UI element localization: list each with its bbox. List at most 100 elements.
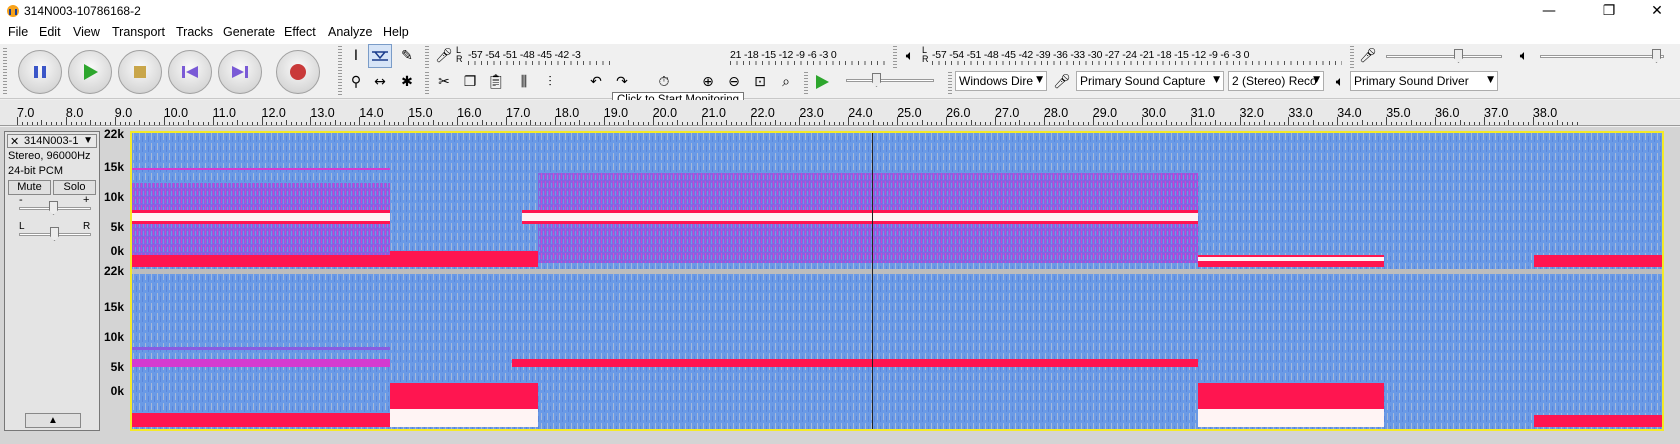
- ruler-tick: [1009, 122, 1011, 125]
- menu-analyze[interactable]: Analyze: [328, 25, 372, 39]
- minimize-button[interactable]: —: [1526, 0, 1572, 22]
- ruler-tick: [892, 122, 894, 125]
- playback-meter[interactable]: -57 -54 -51 -48 -45 -42 -39 -36 -33 -30 …: [932, 47, 1342, 65]
- menu-generate[interactable]: Generate: [223, 25, 275, 39]
- copy-icon[interactable]: ❐: [458, 70, 482, 94]
- zoom-out-icon[interactable]: ⊖: [722, 70, 746, 94]
- trim-audio-icon[interactable]: ⫼: [512, 70, 536, 94]
- zoom-tool-icon[interactable]: ⚲: [344, 70, 368, 94]
- spectrogram-view[interactable]: [130, 131, 1664, 431]
- silence-audio-icon[interactable]: ⫶: [538, 70, 562, 94]
- menu-transport[interactable]: Transport: [112, 25, 165, 39]
- collapse-track-button[interactable]: ▲: [25, 413, 81, 428]
- playback-meter-speaker-icon[interactable]: 🔈︎: [898, 44, 922, 68]
- draw-tool-icon[interactable]: ✎: [395, 44, 419, 68]
- toolbar-grip[interactable]: [893, 46, 897, 68]
- maximize-button[interactable]: ❐: [1586, 0, 1632, 22]
- selection-tool-icon[interactable]: I: [344, 44, 368, 68]
- ruler-tick: [1224, 122, 1226, 125]
- record-button[interactable]: [276, 50, 320, 94]
- audio-host-select[interactable]: Windows Dire ▼: [955, 71, 1047, 91]
- ruler-tick: [1117, 120, 1119, 125]
- solo-button[interactable]: Solo: [53, 180, 96, 195]
- recording-device-select[interactable]: Primary Sound Capture ▼: [1076, 71, 1224, 91]
- track-name-bar[interactable]: ✕ 314N003-1 ▼: [7, 134, 97, 148]
- envelope-tool-icon[interactable]: [368, 44, 392, 68]
- ruler-tick: [1312, 120, 1314, 125]
- sync-lock-icon[interactable]: ⏱: [652, 70, 676, 94]
- ruler-tick: [1078, 122, 1080, 125]
- ruler-tick: [941, 122, 943, 125]
- play-button[interactable]: [68, 50, 112, 94]
- close-window-button[interactable]: ✕: [1634, 0, 1680, 22]
- cut-icon[interactable]: ✂: [432, 70, 456, 94]
- ruler-tick: [359, 117, 361, 125]
- slider-thumb[interactable]: [49, 201, 58, 215]
- play-icon: [84, 64, 98, 80]
- ruler-tick: [373, 122, 375, 125]
- ruler-tick: [579, 120, 581, 125]
- toolbar-grip[interactable]: [804, 72, 808, 94]
- recording-channels-select[interactable]: 2 (Stereo) Reco ▼: [1228, 71, 1324, 91]
- gain-slider[interactable]: [19, 198, 91, 218]
- ruler-tick: [799, 117, 801, 125]
- ruler-tick: [1234, 122, 1236, 125]
- menu-edit[interactable]: Edit: [39, 25, 61, 39]
- ruler-tick: [1469, 122, 1471, 125]
- zoom-in-icon[interactable]: ⊕: [696, 70, 720, 94]
- toolbar-grip[interactable]: [425, 46, 429, 68]
- menu-tracks[interactable]: Tracks: [176, 25, 213, 39]
- slider-thumb[interactable]: [1454, 49, 1463, 63]
- toolbar-grip[interactable]: [3, 48, 7, 95]
- track-close-button[interactable]: ✕: [10, 135, 19, 148]
- track-menu-arrow-icon[interactable]: ▼: [83, 135, 93, 146]
- menu-file[interactable]: File: [8, 25, 28, 39]
- timeline-ruler[interactable]: 7.0 8.0 9.0 10.0 11.0 12.0 13.0 14.0 15.0 16.0 17.…: [0, 100, 1680, 126]
- playback-device-speaker-icon: 🔈︎: [1335, 74, 1345, 90]
- ruler-tick: [36, 122, 38, 125]
- slider-thumb[interactable]: [1652, 49, 1661, 63]
- pan-slider[interactable]: [19, 224, 91, 244]
- menu-effect[interactable]: Effect: [284, 25, 316, 39]
- toolbar-grip[interactable]: [425, 72, 429, 94]
- ruler-tick: [911, 122, 913, 125]
- recording-volume-slider[interactable]: [1386, 46, 1502, 66]
- ruler-tick: [388, 122, 390, 125]
- ruler-tick: [1014, 122, 1016, 125]
- menu-view[interactable]: View: [73, 25, 100, 39]
- record-meter-microphone-icon[interactable]: 🎤︎: [432, 44, 456, 68]
- play-at-speed-icon[interactable]: [810, 70, 834, 94]
- skip-to-start-button[interactable]: [168, 50, 212, 94]
- ruler-tick: [364, 122, 366, 125]
- slider-thumb[interactable]: [50, 227, 59, 241]
- ruler-label: 19.0: [603, 106, 629, 120]
- mute-button[interactable]: Mute: [8, 180, 51, 195]
- ruler-label: 12.0: [261, 106, 286, 120]
- toolbar-grip[interactable]: [948, 72, 952, 94]
- undo-icon[interactable]: ↶: [584, 70, 608, 94]
- ruler-tick: [1039, 122, 1040, 125]
- record-meter[interactable]: -57 -54 -51 -48 -45 -42 -3: [468, 47, 614, 65]
- playback-volume-slider[interactable]: [1540, 46, 1664, 66]
- time-shift-tool-icon[interactable]: ↔: [368, 70, 392, 94]
- fit-selection-icon[interactable]: ⊡: [748, 70, 772, 94]
- ruler-tick: [1532, 117, 1534, 125]
- ruler-tick: [598, 122, 600, 125]
- track-format-info: Stereo, 96000Hz: [8, 150, 91, 162]
- pause-button[interactable]: [18, 50, 62, 94]
- paste-icon[interactable]: 📋︎: [484, 70, 508, 94]
- fit-project-icon[interactable]: ⌕: [774, 70, 798, 94]
- menu-help[interactable]: Help: [383, 25, 409, 39]
- track-name[interactable]: 314N003-1: [24, 135, 78, 147]
- play-at-speed-slider[interactable]: [846, 70, 934, 90]
- playback-device-select[interactable]: Primary Sound Driver ▼: [1350, 71, 1498, 91]
- toolbar-grip[interactable]: [338, 46, 342, 96]
- record-meter-tail[interactable]: 21 -18 -15 -12 -9 -6 -3 0: [730, 47, 890, 65]
- toolbar-grip[interactable]: [1350, 46, 1354, 68]
- ruler-label: 7.0: [17, 106, 35, 120]
- stop-button[interactable]: [118, 50, 162, 94]
- slider-thumb[interactable]: [872, 73, 881, 87]
- skip-to-end-button[interactable]: [218, 50, 262, 94]
- redo-icon[interactable]: ↷: [610, 70, 634, 94]
- multi-tool-icon[interactable]: ✱: [395, 70, 419, 94]
